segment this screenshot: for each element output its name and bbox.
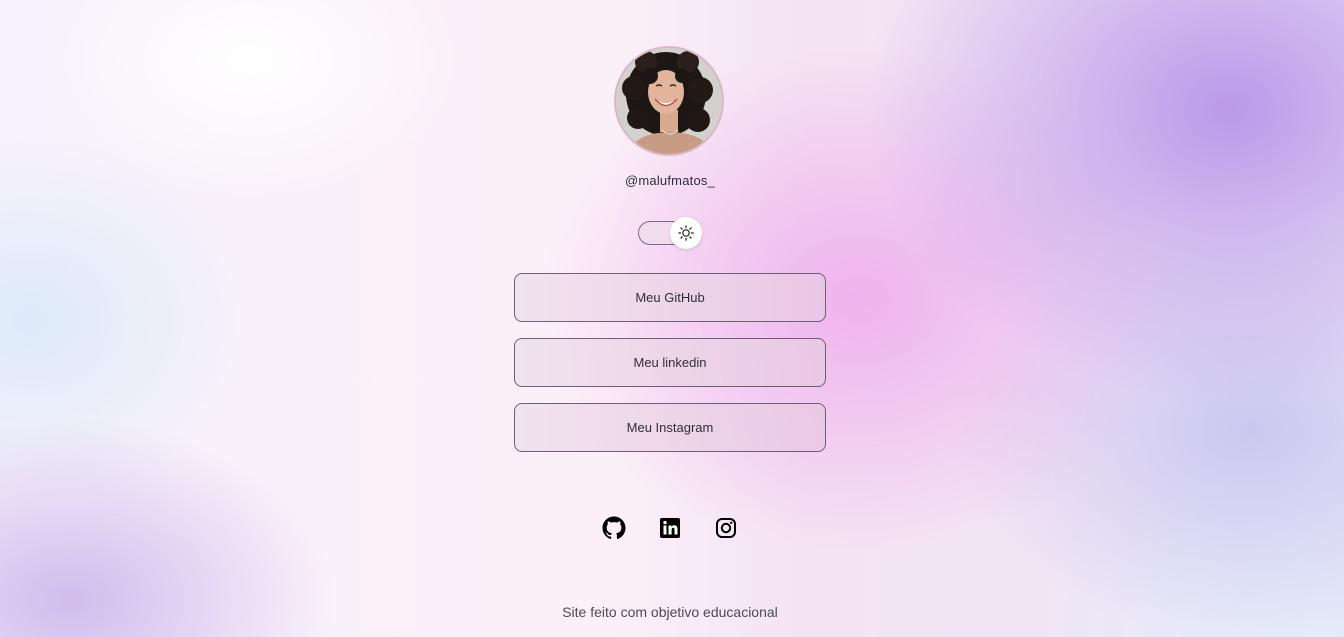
linkedin-link-button[interactable]: Meu linkedin — [514, 338, 826, 387]
profile-handle: @malufmatos_ — [624, 173, 716, 188]
sun-icon — [678, 225, 694, 241]
github-icon[interactable] — [602, 516, 626, 540]
theme-toggle-knob[interactable] — [670, 217, 702, 249]
footer-text: Site feito com objetivo educacional — [562, 604, 778, 620]
page-container: @malufmatos_ Meu GitHub Meu linkedin Meu… — [0, 0, 1344, 637]
github-link-button[interactable]: Meu GitHub — [514, 273, 826, 322]
instagram-link-button[interactable]: Meu Instagram — [514, 403, 826, 452]
linkedin-icon[interactable] — [658, 516, 682, 540]
profile-avatar — [614, 46, 724, 156]
avatar-photo — [616, 48, 722, 154]
instagram-icon[interactable] — [714, 516, 738, 540]
theme-toggle[interactable] — [638, 217, 702, 249]
